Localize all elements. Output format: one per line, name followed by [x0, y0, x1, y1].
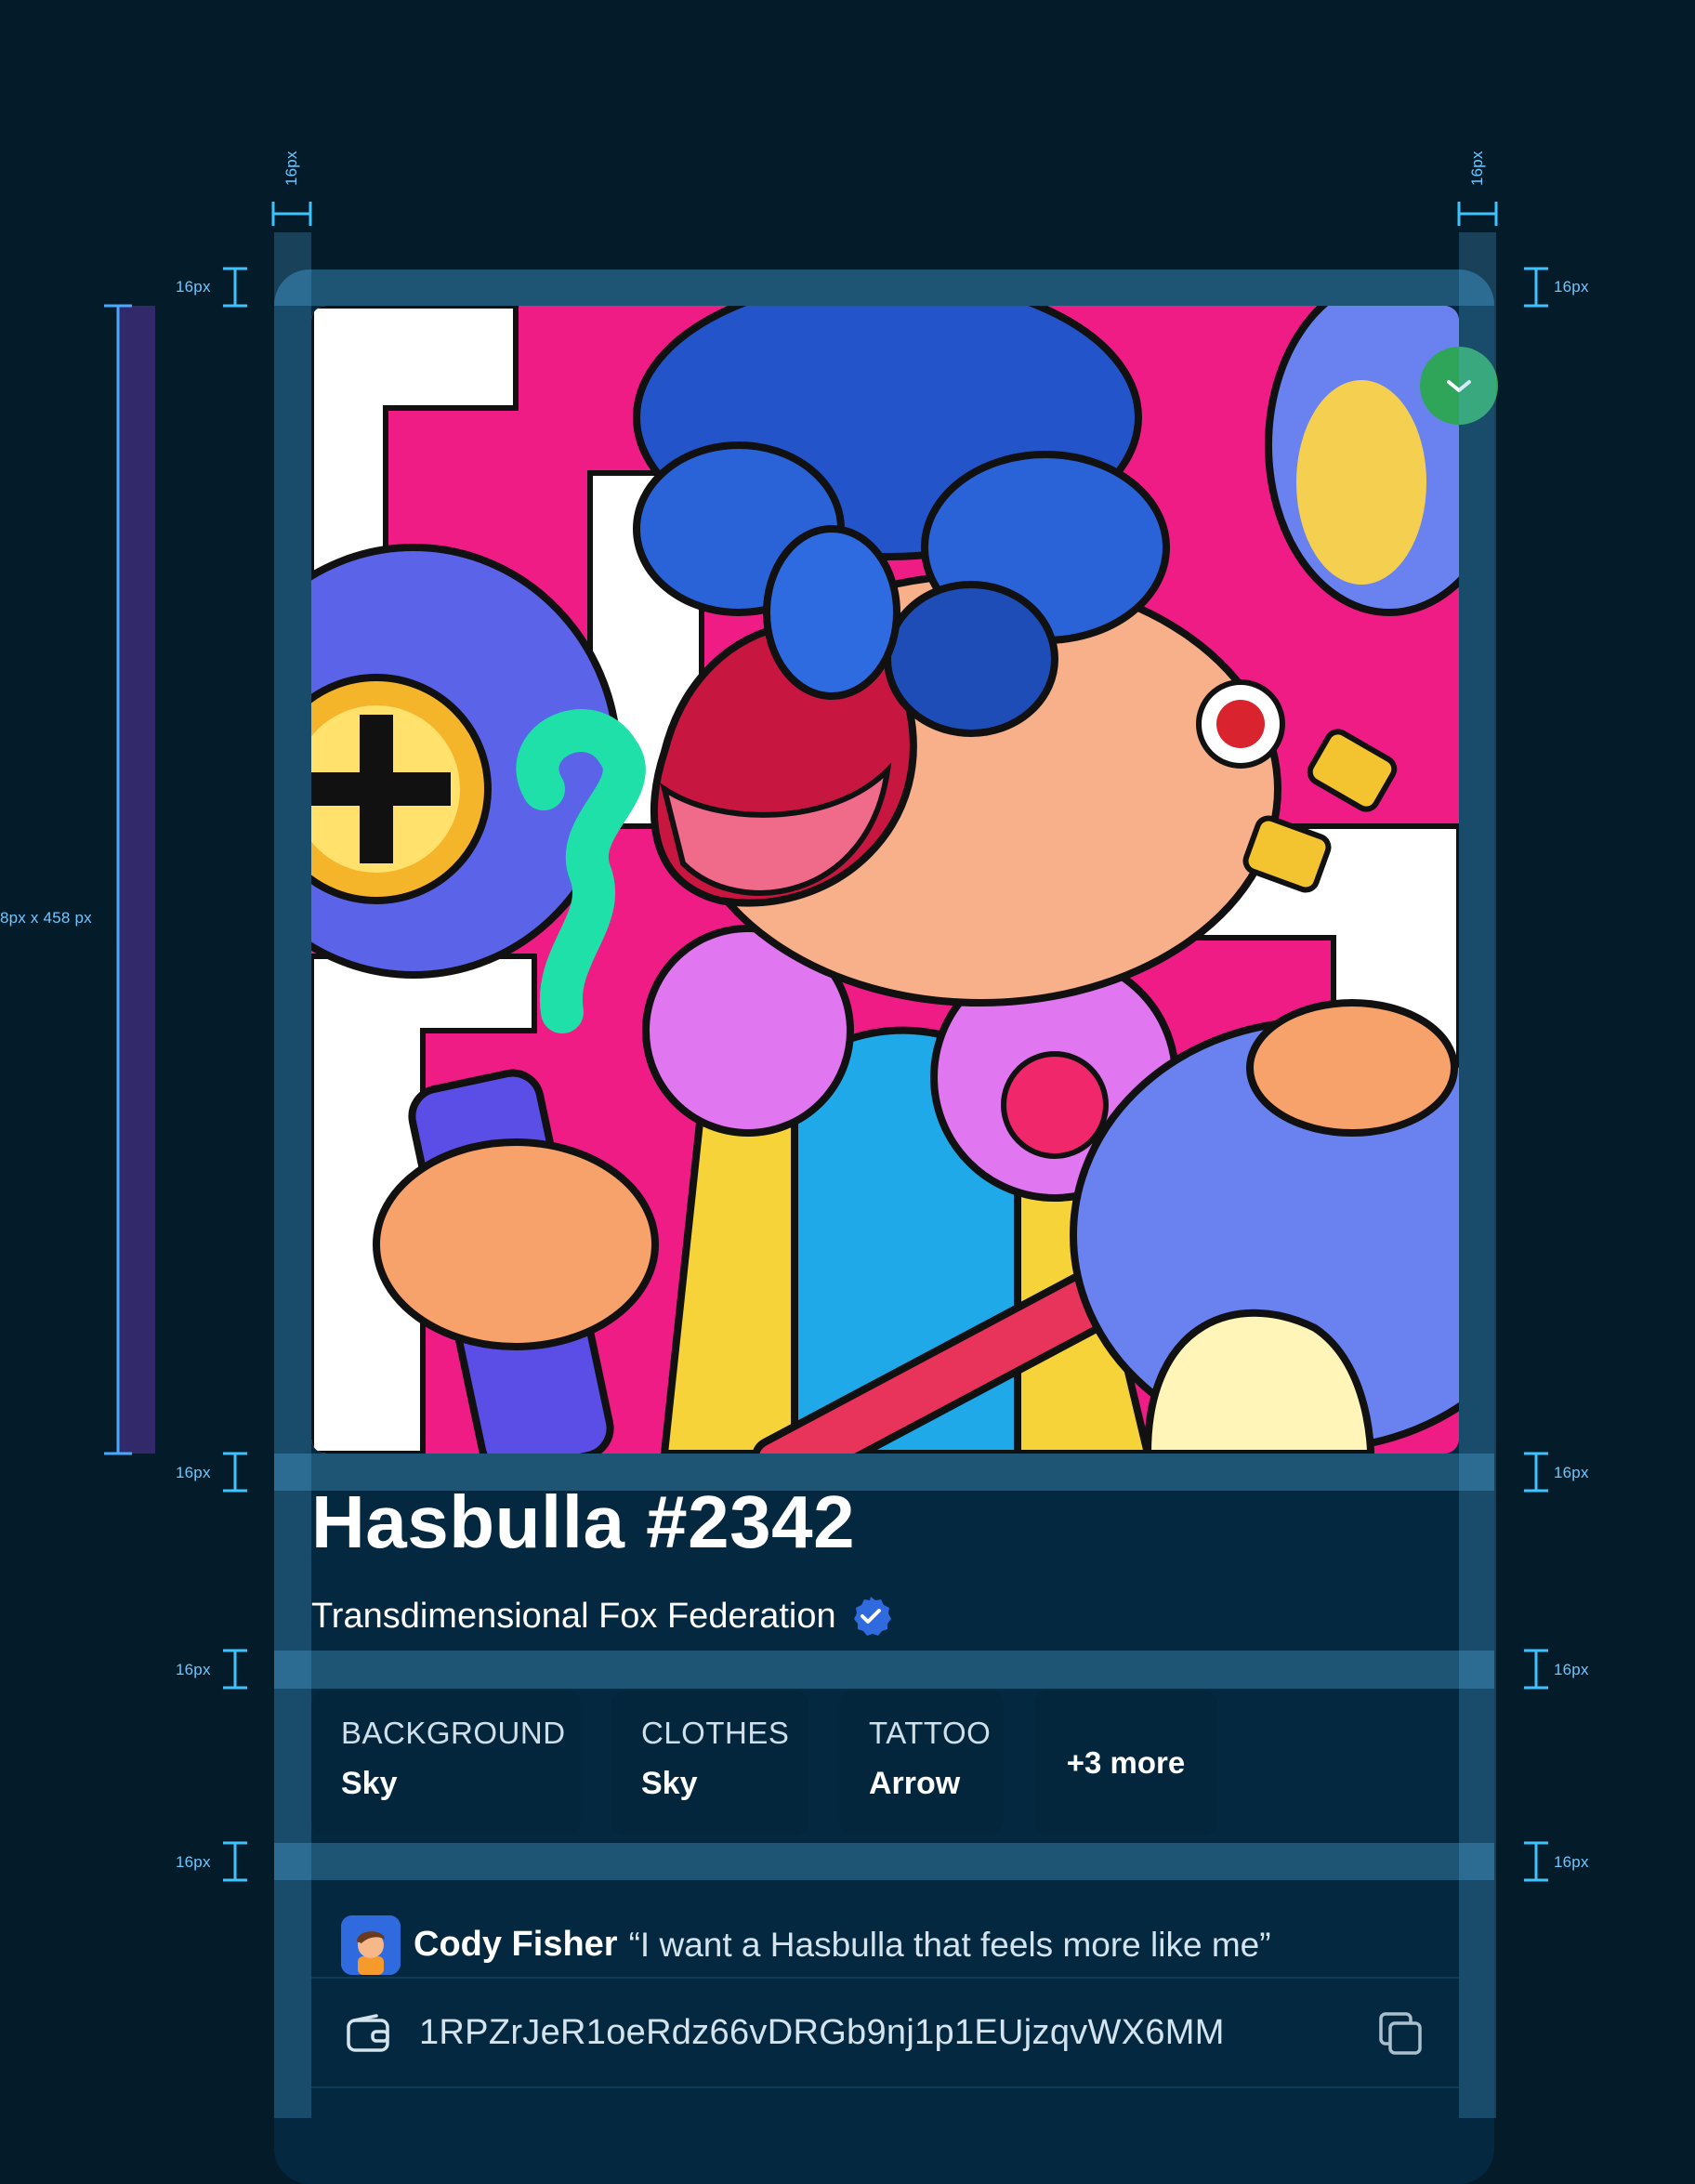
row-divider [311, 1977, 1459, 1979]
image-height-bracket [104, 304, 132, 1455]
traits-gap-label-left: 16px [176, 1853, 211, 1871]
top-gap-bracket-left [223, 267, 247, 308]
traits-gap-label-right: 16px [1554, 1853, 1589, 1871]
top-padding-guide [274, 270, 1494, 306]
trait-type: CLOTHES [641, 1716, 790, 1750]
traits-gap-guide [274, 1843, 1494, 1880]
right-width-bracket [1457, 202, 1498, 226]
left-width-label: 16px [282, 151, 300, 186]
quote-text: “I want a Hasbulla that feels more like … [628, 1925, 1271, 1964]
more-traits-button[interactable]: +3 more [1034, 1690, 1217, 1835]
trait-type: TATTOO [869, 1716, 992, 1750]
quote-author[interactable]: Cody Fisher [414, 1925, 618, 1965]
image-gap-bracket-right [1524, 1452, 1548, 1493]
trait-chip-background[interactable]: BACKGROUND Sky [311, 1690, 581, 1835]
trait-chip-clothes[interactable]: CLOTHES Sky [611, 1690, 808, 1835]
top-gap-label-right: 16px [1554, 278, 1589, 296]
top-gap-bracket-right [1524, 267, 1548, 308]
title-gap-bracket-right [1524, 1649, 1548, 1690]
title-gap-label-right: 16px [1554, 1661, 1589, 1678]
image-gap-label-left: 16px [176, 1464, 211, 1481]
trait-type: BACKGROUND [341, 1716, 566, 1750]
left-width-bracket [271, 202, 312, 226]
trait-chip-tattoo[interactable]: TATTOO Arrow [839, 1690, 1004, 1835]
right-width-label: 16px [1468, 151, 1486, 186]
nft-artwork[interactable] [311, 306, 1459, 1454]
traits-gap-bracket-right [1524, 1841, 1548, 1882]
collection-name[interactable]: Transdimensional Fox Federation [311, 1599, 836, 1634]
copy-icon[interactable] [1377, 2010, 1424, 2057]
trait-value: Sky [641, 1766, 698, 1801]
row-divider [311, 2086, 1459, 2088]
right-padding-guide [1459, 232, 1496, 2118]
nft-artwork-illustration [311, 306, 1459, 1454]
nft-title: Hasbulla #2342 [311, 1480, 856, 1563]
trait-value: Sky [341, 1766, 398, 1801]
title-gap-label-left: 16px [176, 1661, 211, 1678]
wallet-row: 1RPZrJeR1oeRdz66vDRGb9nj1p1EUjzqvWX6MM [311, 1993, 1459, 2072]
wallet-address: 1RPZrJeR1oeRdz66vDRGb9nj1p1EUjzqvWX6MM [419, 2013, 1225, 2052]
verified-badge-icon [853, 1597, 891, 1636]
image-gap-label-right: 16px [1554, 1464, 1589, 1481]
collection-row[interactable]: Transdimensional Fox Federation [311, 1595, 892, 1638]
quote-row: Cody Fisher “I want a Hasbulla that feel… [311, 1896, 1459, 1993]
traits-gap-bracket-left [223, 1841, 247, 1882]
avatar-image [341, 1914, 401, 1975]
top-gap-label-left: 16px [176, 278, 211, 296]
image-size-label: 8px x 458 px [0, 909, 92, 927]
title-gap-bracket-left [223, 1649, 247, 1690]
trait-value: Arrow [869, 1766, 961, 1801]
avatar[interactable] [341, 1914, 401, 1975]
image-gap-bracket-left [223, 1452, 247, 1493]
wallet-icon [347, 2013, 389, 2052]
left-padding-guide [274, 232, 311, 2118]
title-gap-guide [274, 1651, 1494, 1689]
